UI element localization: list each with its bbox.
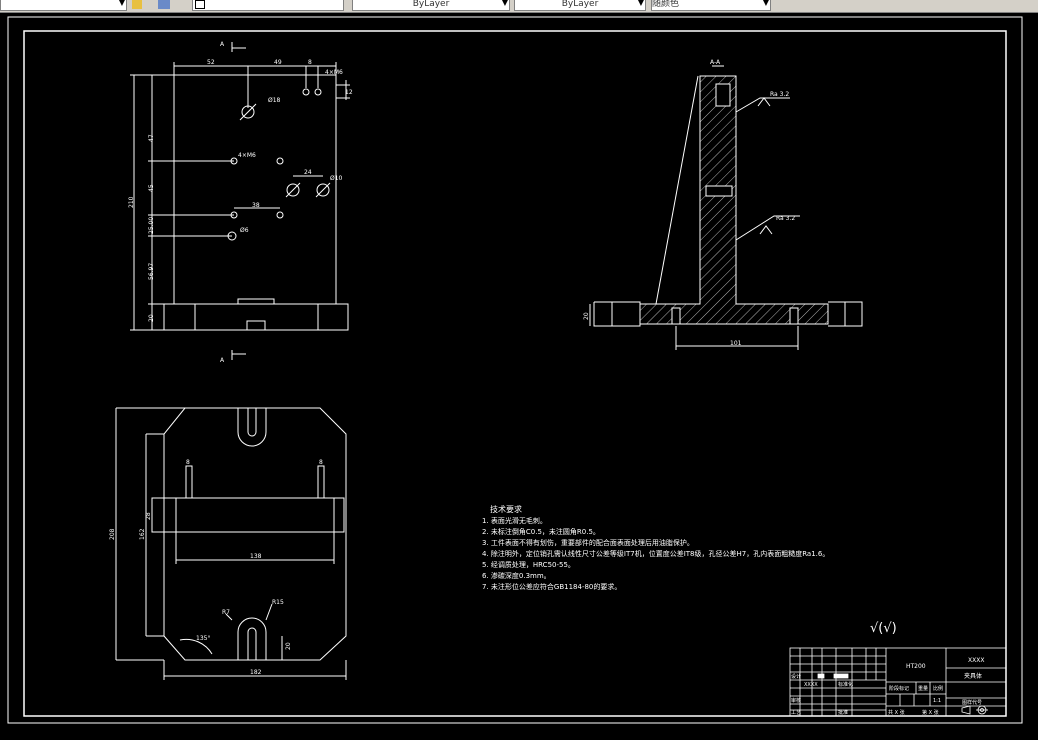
dim-20-plan: 20 bbox=[285, 642, 292, 650]
tb-sheet-total: 共 X 张 bbox=[888, 709, 905, 716]
title-block-text: HT200 XXXX 夹具体 设计 XXXX 审核 工艺 批准 标准化 阶段标记… bbox=[791, 657, 984, 716]
tb-check-label: 审核 bbox=[791, 697, 801, 704]
tb-standard-label: 标准化 bbox=[838, 681, 853, 688]
layer-dropdown[interactable]: ▼ bbox=[0, 0, 127, 11]
dim-8-right: 8 bbox=[319, 459, 323, 466]
dim-52: 52 bbox=[207, 59, 215, 66]
dim-25: 25.00 bbox=[148, 217, 155, 234]
color-swatch-icon bbox=[195, 0, 205, 9]
note-3: 3. 工件表面不得有划伤，重要部件的配合面表面处理后用油脂保护。 bbox=[482, 538, 694, 547]
tb-drawing-name: 夹具体 bbox=[964, 672, 982, 680]
general-roughness-symbol: √(√) bbox=[870, 621, 897, 636]
color-control[interactable] bbox=[192, 0, 344, 11]
tb-stage-label: 阶段标记 bbox=[889, 685, 909, 692]
dim-38: 38 bbox=[252, 202, 260, 209]
dim-49: 49 bbox=[274, 59, 282, 66]
plan-view-dimensions: 8 8 28 162 208 138 R7 R15 135° 20 182 bbox=[109, 459, 323, 676]
roughness-mid: Ra 3.2 bbox=[776, 215, 795, 222]
linetype-value: ByLayer bbox=[561, 0, 599, 9]
note-5: 5. 经调质处理，HRC50-55。 bbox=[482, 560, 575, 569]
dim-45: 45 bbox=[148, 184, 155, 192]
dim-20: 20 bbox=[148, 314, 155, 322]
dim-5697: 56.97 bbox=[148, 263, 155, 280]
color-value: ByLayer bbox=[412, 0, 450, 9]
tb-approve-label: 批准 bbox=[838, 709, 848, 716]
front-view bbox=[130, 42, 350, 360]
notes-title: 技术要求 bbox=[490, 504, 522, 514]
dim-d6: Ø6 bbox=[240, 227, 249, 234]
tb-material: HT200 bbox=[906, 663, 926, 670]
chevron-down-icon: ▼ bbox=[118, 0, 125, 7]
dim-47: 47 bbox=[148, 134, 155, 142]
note-4: 4. 除注明外，定位销孔需认线性尺寸公差等级IT7机，位置度公差IT8级，孔径公… bbox=[482, 549, 829, 558]
tb-sheet-no: 第 X 张 bbox=[922, 709, 939, 716]
tb-weight-label: 重量 bbox=[918, 685, 928, 692]
layer-manager-icon[interactable] bbox=[158, 0, 170, 9]
sheet-outer-border bbox=[7, 16, 1023, 724]
dim-r7: R7 bbox=[222, 609, 230, 616]
dim-4xm6-mid: 4×M6 bbox=[238, 152, 256, 159]
dim-210: 210 bbox=[128, 196, 135, 208]
dim-d10: Ø10 bbox=[330, 175, 343, 182]
chevron-down-icon: ▼ bbox=[637, 0, 644, 7]
chevron-down-icon: ▼ bbox=[501, 0, 508, 7]
dim-182: 182 bbox=[250, 669, 262, 676]
note-2: 2. 未标注倒角C0.5，未注圆角R0.5。 bbox=[482, 527, 600, 536]
dim-101: 101 bbox=[730, 340, 742, 347]
tb-designer-label: 设计 bbox=[791, 673, 801, 680]
section-mark-top: A bbox=[220, 41, 225, 48]
dim-r15: R15 bbox=[272, 599, 284, 606]
plotstyle-value: 随颜色 bbox=[652, 0, 680, 9]
tb-projection-label: 图样代号 bbox=[962, 699, 982, 706]
plan-view bbox=[115, 407, 347, 680]
section-title: A-A bbox=[710, 59, 721, 66]
note-1: 1. 表面光滑无毛刺。 bbox=[482, 516, 547, 525]
tb-scale: 1:1 bbox=[933, 698, 941, 704]
command-line[interactable] bbox=[0, 731, 1038, 740]
dim-162: 162 bbox=[139, 528, 146, 540]
dim-8: 8 bbox=[308, 59, 312, 66]
dim-24: 24 bbox=[304, 169, 312, 176]
roughness-top: Ra 3.2 bbox=[770, 91, 789, 98]
dim-d18: Ø18 bbox=[268, 97, 281, 104]
sheet-inner-border bbox=[23, 30, 1007, 717]
dim-28: 28 bbox=[145, 512, 152, 520]
tb-part-name: XXXX bbox=[968, 657, 984, 664]
tb-designer: XXXX bbox=[804, 682, 818, 688]
note-7: 7. 未注形位公差应符合GB1184-80的要求。 bbox=[482, 582, 621, 591]
section-view bbox=[589, 65, 863, 350]
note-6: 6. 渗碳深度0.3mm。 bbox=[482, 571, 551, 580]
dim-4xm6-top: 4×M6 bbox=[325, 69, 343, 76]
dim-135deg: 135° bbox=[196, 635, 210, 642]
dim-12: 12 bbox=[345, 89, 353, 96]
plotstyle-dropdown[interactable]: 随颜色 ▼ bbox=[651, 0, 771, 11]
dim-138: 138 bbox=[250, 553, 262, 560]
lineweight-dropdown[interactable]: ByLayer ▼ bbox=[514, 0, 646, 11]
dim-8-left: 8 bbox=[186, 459, 190, 466]
dim-20-section: 20 bbox=[583, 312, 590, 320]
tb-process-label: 工艺 bbox=[791, 710, 801, 716]
linetype-dropdown[interactable]: ByLayer ▼ bbox=[352, 0, 510, 11]
layer-state-icon[interactable] bbox=[132, 0, 142, 9]
drawing-canvas[interactable]: A A 52 49 8 4×M6 12 Ø18 47 4×M6 210 45 2… bbox=[0, 12, 1038, 740]
projection-symbol-icon bbox=[961, 705, 988, 715]
chevron-down-icon: ▼ bbox=[762, 0, 769, 7]
tb-scale-label: 比例 bbox=[933, 685, 943, 692]
section-mark-bottom: A bbox=[220, 357, 225, 364]
dim-208: 208 bbox=[109, 528, 116, 540]
technical-notes: 技术要求 1. 表面光滑无毛刺。 2. 未标注倒角C0.5，未注圆角R0.5。 … bbox=[482, 504, 829, 591]
